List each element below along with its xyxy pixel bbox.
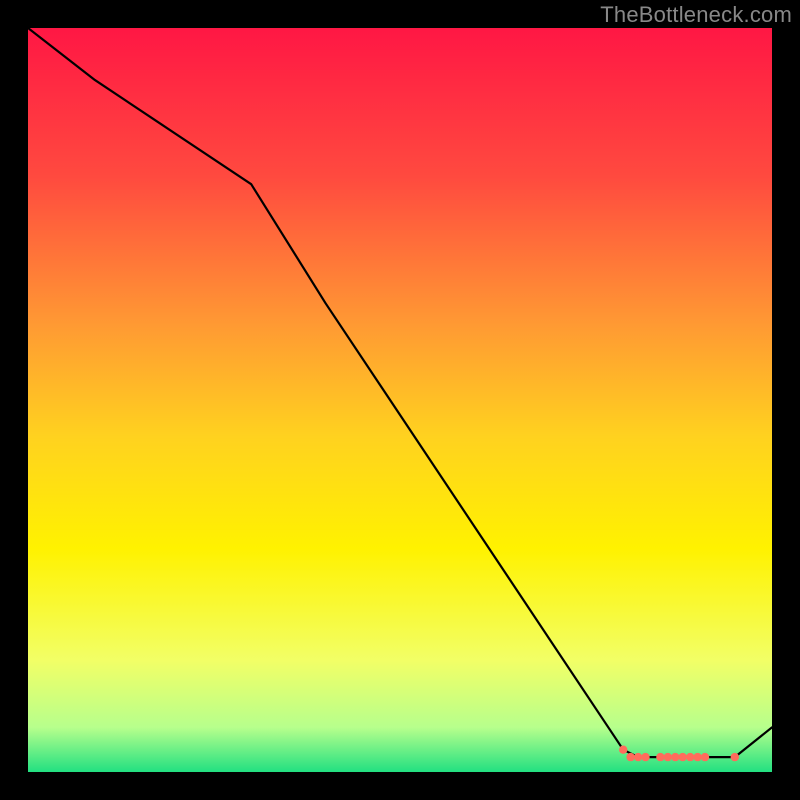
chart-line-layer — [28, 28, 772, 772]
marker-dot — [686, 753, 694, 761]
bottleneck-curve — [28, 28, 772, 757]
marker-dot — [641, 753, 649, 761]
marker-dot — [626, 753, 634, 761]
marker-dot — [693, 753, 701, 761]
marker-dot — [634, 753, 642, 761]
marker-band — [619, 746, 739, 762]
marker-dot — [701, 753, 709, 761]
marker-dot — [664, 753, 672, 761]
marker-dot — [679, 753, 687, 761]
marker-dot — [619, 746, 627, 754]
marker-dot — [671, 753, 679, 761]
marker-dot — [656, 753, 664, 761]
watermark-text: TheBottleneck.com — [600, 2, 792, 28]
marker-dot — [731, 753, 739, 761]
chart-plot-area — [28, 28, 772, 772]
